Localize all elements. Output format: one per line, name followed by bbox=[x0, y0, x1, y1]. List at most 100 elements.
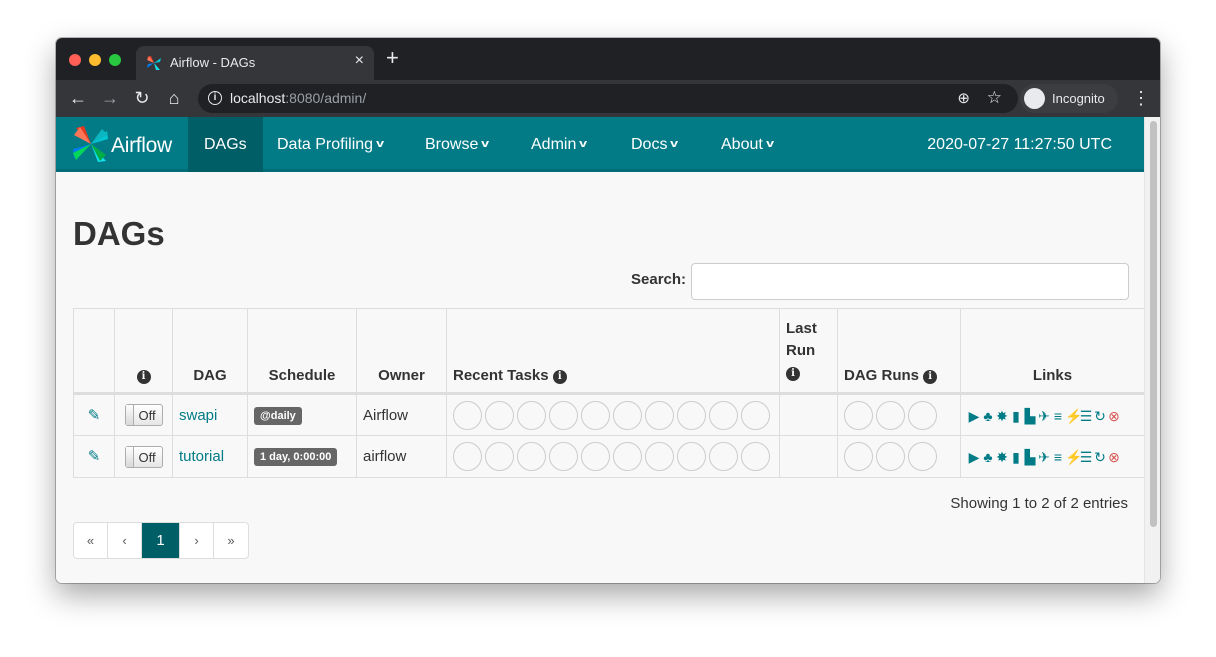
browser-tab[interactable]: Airflow - DAGs × bbox=[136, 46, 374, 80]
run-state-circle[interactable] bbox=[908, 442, 937, 471]
col-edit bbox=[73, 308, 115, 395]
run-state-circle[interactable] bbox=[844, 400, 873, 430]
zoom-icon[interactable]: ⊕ bbox=[957, 89, 970, 107]
close-window-button[interactable] bbox=[69, 54, 81, 66]
task-state-circle[interactable] bbox=[709, 400, 738, 430]
scrollbar-thumb[interactable] bbox=[1150, 121, 1157, 527]
task-state-circle[interactable] bbox=[741, 442, 770, 471]
task-state-circle[interactable] bbox=[677, 442, 706, 471]
tree-view-icon[interactable]: ♣ bbox=[981, 450, 995, 464]
task-state-circle[interactable] bbox=[709, 442, 738, 471]
address-bar[interactable]: i localhost:8080/admin/ ⊕ ☆ bbox=[198, 84, 1018, 113]
task-tries-icon[interactable]: ▙ bbox=[1023, 450, 1037, 464]
trigger-dag-icon[interactable]: ▶ bbox=[967, 409, 981, 423]
task-state-circle[interactable] bbox=[517, 442, 546, 471]
edit-dag-icon[interactable]: ✎ bbox=[87, 408, 102, 423]
page-scrollbar[interactable] bbox=[1144, 117, 1160, 583]
refresh-icon[interactable]: ↻ bbox=[1093, 409, 1107, 423]
task-tries-icon[interactable]: ▙ bbox=[1023, 409, 1037, 423]
task-duration-icon[interactable]: ▮ bbox=[1009, 409, 1023, 423]
incognito-icon bbox=[1024, 88, 1045, 109]
last-page-button[interactable]: » bbox=[214, 523, 248, 558]
task-state-circle[interactable] bbox=[453, 400, 482, 430]
refresh-icon[interactable]: ↻ bbox=[1093, 450, 1107, 464]
nav-browse[interactable]: Browse v bbox=[425, 117, 489, 172]
code-view-icon[interactable]: ⚡ bbox=[1065, 409, 1082, 423]
run-state-circle[interactable] bbox=[876, 442, 905, 471]
info-icon[interactable]: i bbox=[923, 370, 938, 384]
delete-dag-icon[interactable]: ⊗ bbox=[1107, 450, 1121, 464]
col-owner[interactable]: Owner bbox=[356, 308, 447, 395]
info-icon[interactable]: i bbox=[136, 370, 151, 384]
landing-times-icon[interactable]: ✈ bbox=[1037, 409, 1051, 423]
col-dag[interactable]: DAG bbox=[172, 308, 248, 395]
page-1-button[interactable]: 1 bbox=[142, 523, 180, 558]
gantt-icon[interactable]: ≡ bbox=[1051, 409, 1065, 423]
task-state-circle[interactable] bbox=[549, 400, 578, 430]
task-state-circle[interactable] bbox=[581, 442, 610, 471]
schedule-badge[interactable]: 1 day, 0:00:00 bbox=[254, 448, 338, 466]
task-state-circle[interactable] bbox=[453, 442, 482, 471]
forward-arrow-icon[interactable]: → bbox=[100, 88, 120, 108]
airflow-brand[interactable]: Airflow bbox=[72, 125, 188, 165]
task-state-circle[interactable] bbox=[485, 400, 514, 430]
site-info-icon[interactable]: i bbox=[208, 91, 222, 105]
search-input[interactable] bbox=[691, 263, 1129, 300]
dag-link[interactable]: swapi bbox=[179, 407, 217, 424]
task-state-circle[interactable] bbox=[485, 442, 514, 471]
trigger-dag-icon[interactable]: ▶ bbox=[967, 450, 981, 464]
task-state-circle[interactable] bbox=[613, 442, 642, 471]
tab-close-icon[interactable]: × bbox=[355, 52, 364, 70]
new-tab-button[interactable]: + bbox=[386, 47, 399, 69]
nav-about[interactable]: About v bbox=[721, 117, 774, 172]
delete-dag-icon[interactable]: ⊗ bbox=[1107, 409, 1121, 423]
next-page-button[interactable]: › bbox=[180, 523, 214, 558]
landing-times-icon[interactable]: ✈ bbox=[1037, 450, 1051, 464]
dag-pause-toggle[interactable]: Off bbox=[124, 445, 163, 468]
info-icon[interactable]: i bbox=[552, 370, 567, 384]
col-schedule[interactable]: Schedule bbox=[247, 308, 357, 395]
task-state-circle[interactable] bbox=[613, 400, 642, 430]
prev-page-button[interactable]: ‹ bbox=[108, 523, 142, 558]
col-links: Links bbox=[960, 308, 1145, 395]
first-page-button[interactable]: « bbox=[74, 523, 108, 558]
dag-link[interactable]: tutorial bbox=[179, 448, 224, 465]
dag-pause-toggle[interactable]: Off bbox=[124, 404, 163, 426]
brand-text: Airflow bbox=[111, 134, 172, 157]
schedule-badge[interactable]: @daily bbox=[254, 406, 302, 425]
task-state-circle[interactable] bbox=[517, 400, 546, 430]
gantt-icon[interactable]: ≡ bbox=[1051, 450, 1065, 464]
back-arrow-icon[interactable]: ← bbox=[68, 88, 88, 108]
task-duration-icon[interactable]: ▮ bbox=[1009, 450, 1023, 464]
logs-icon[interactable]: ☰ bbox=[1079, 409, 1093, 423]
task-state-circle[interactable] bbox=[677, 400, 706, 430]
nav-admin[interactable]: Admin v bbox=[531, 117, 587, 172]
code-view-icon[interactable]: ⚡ bbox=[1065, 450, 1082, 464]
task-state-circle[interactable] bbox=[581, 400, 610, 430]
incognito-badge[interactable]: Incognito bbox=[1020, 84, 1118, 113]
task-state-circle[interactable] bbox=[645, 442, 674, 471]
maximize-window-button[interactable] bbox=[109, 54, 121, 66]
run-state-circle[interactable] bbox=[908, 400, 937, 430]
browser-menu-icon[interactable]: ⋮ bbox=[1132, 88, 1150, 108]
pagination: « ‹ 1 › » bbox=[73, 522, 249, 559]
bookmark-star-icon[interactable]: ☆ bbox=[987, 88, 1002, 108]
nav-data-profiling[interactable]: Data Profiling v bbox=[277, 117, 384, 172]
minimize-window-button[interactable] bbox=[89, 54, 101, 66]
info-icon[interactable]: i bbox=[786, 367, 800, 381]
graph-view-icon[interactable]: ✸ bbox=[995, 450, 1009, 464]
home-icon[interactable]: ⌂ bbox=[164, 88, 184, 108]
logs-icon[interactable]: ☰ bbox=[1079, 450, 1093, 464]
task-state-circle[interactable] bbox=[645, 400, 674, 430]
edit-dag-icon[interactable]: ✎ bbox=[87, 449, 102, 464]
graph-view-icon[interactable]: ✸ bbox=[995, 409, 1009, 423]
nav-dags[interactable]: DAGs bbox=[188, 117, 263, 172]
run-state-circle[interactable] bbox=[876, 400, 905, 430]
task-state-circle[interactable] bbox=[741, 400, 770, 430]
run-state-circle[interactable] bbox=[844, 442, 873, 471]
nav-docs[interactable]: Docs v bbox=[631, 117, 678, 172]
reload-icon[interactable]: ↻ bbox=[132, 88, 152, 108]
task-state-circle[interactable] bbox=[549, 442, 578, 471]
tree-view-icon[interactable]: ♣ bbox=[981, 409, 995, 423]
recent-tasks-cell bbox=[446, 435, 780, 478]
